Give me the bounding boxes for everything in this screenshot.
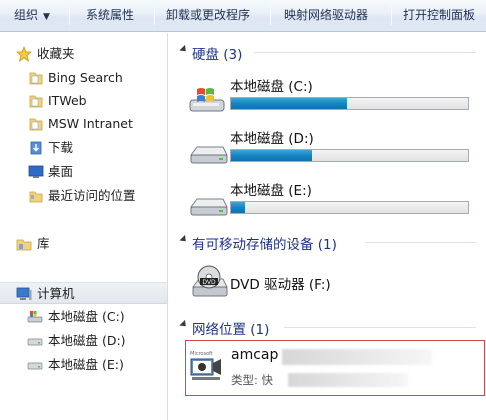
nav-item-desktop[interactable]: 桌面 — [0, 161, 167, 183]
nav-drive-label: 本地磁盘 (C:) — [48, 309, 125, 324]
nav-item-msw-intranet[interactable]: MSW Intranet — [0, 113, 167, 135]
group-title: 硬盘 (3) — [192, 47, 243, 63]
collapse-arrow-icon — [179, 319, 189, 330]
network-camera-icon: Microsoft — [190, 351, 221, 380]
favorite-folder-icon — [29, 72, 43, 85]
group-title: 有可移动存储的设备 (1) — [192, 237, 337, 253]
organize-label: 组织 — [14, 8, 39, 22]
content-pane: 硬盘 (3) 本地磁盘 (C:) 本地磁盘 (D:) 本地磁盘 (E:) 有可移… — [169, 33, 486, 420]
group-network-locations[interactable]: 网络位置 (1) — [169, 317, 486, 338]
nav-item-label: 最近访问的位置 — [48, 188, 136, 203]
open-control-panel-button[interactable]: 打开控制面板 — [403, 0, 475, 31]
organize-button[interactable]: 组织 ▼ — [14, 0, 50, 31]
nav-item-label: ITWeb — [48, 93, 87, 108]
download-folder-icon — [30, 141, 42, 155]
navigation-pane: 收藏夹 Bing Search ITWeb MSW Intranet 下载 桌面… — [0, 33, 168, 420]
group-divider — [365, 242, 476, 243]
drive-e[interactable]: 本地磁盘 (E:) — [169, 175, 486, 225]
nav-favorites[interactable]: 收藏夹 — [0, 43, 167, 65]
nav-item-label: 下载 — [48, 140, 74, 155]
nav-libraries-label: 库 — [37, 236, 50, 251]
nav-item-label: 桌面 — [48, 164, 74, 179]
system-properties-button[interactable]: 系统属性 — [86, 0, 134, 31]
group-title: 网络位置 (1) — [192, 322, 270, 338]
toolbar-separator — [270, 6, 271, 25]
hard-drive-icon — [190, 198, 228, 216]
svg-text:Microsoft: Microsoft — [190, 351, 213, 357]
toolbar-separator — [154, 6, 155, 25]
network-item-name: amcap — [231, 347, 279, 363]
dvd-drive-icon: DVD — [192, 265, 228, 297]
capacity-bar — [230, 201, 469, 214]
desktop-icon — [28, 165, 44, 178]
capacity-bar — [230, 97, 469, 110]
nav-item-downloads[interactable]: 下载 — [0, 137, 167, 159]
favorite-folder-icon — [29, 118, 43, 131]
command-bar: 组织 ▼ 系统属性 卸载或更改程序 映射网络驱动器 打开控制面板 — [0, 0, 486, 32]
collapse-arrow-icon — [179, 234, 189, 245]
nav-computer[interactable]: 计算机 — [0, 282, 167, 304]
capacity-bar — [230, 149, 469, 162]
nav-libraries[interactable]: 库 — [0, 233, 167, 255]
computer-icon — [16, 287, 32, 300]
star-icon — [16, 46, 32, 62]
nav-item-bing-search[interactable]: Bing Search — [0, 67, 167, 89]
nav-computer-label: 计算机 — [37, 286, 75, 301]
drive-d[interactable]: 本地磁盘 (D:) — [169, 123, 486, 173]
nav-item-label: Bing Search — [48, 70, 123, 85]
hard-drive-icon — [27, 362, 43, 370]
dvd-drive[interactable]: DVD DVD 驱动器 (F:) — [169, 259, 486, 305]
capacity-fill — [231, 150, 312, 161]
nav-item-itweb[interactable]: ITWeb — [0, 90, 167, 112]
collapse-arrow-icon — [179, 44, 189, 55]
drive-name: 本地磁盘 (C:) — [230, 79, 313, 95]
svg-text:DVD: DVD — [202, 279, 216, 286]
drive-name: 本地磁盘 (D:) — [230, 131, 314, 147]
network-item-type: 类型: 快 — [231, 373, 274, 387]
nav-item-label: MSW Intranet — [48, 116, 133, 131]
uninstall-button[interactable]: 卸载或更改程序 — [166, 0, 250, 31]
system-drive-icon — [27, 311, 43, 323]
group-removable-storage[interactable]: 有可移动存储的设备 (1) — [169, 232, 486, 253]
drive-c[interactable]: 本地磁盘 (C:) — [169, 71, 486, 121]
system-drive-icon — [189, 88, 225, 112]
toolbar-separator — [391, 6, 392, 25]
nav-favorites-label: 收藏夹 — [37, 46, 75, 61]
recent-places-icon — [29, 191, 43, 203]
nav-drive-d[interactable]: 本地磁盘 (D:) — [0, 330, 167, 352]
nav-item-recent-places[interactable]: 最近访问的位置 — [0, 185, 167, 207]
toolbar-separator — [69, 6, 70, 25]
map-network-drive-button[interactable]: 映射网络驱动器 — [284, 0, 368, 31]
nav-drive-e[interactable]: 本地磁盘 (E:) — [0, 354, 167, 376]
group-divider — [284, 327, 476, 328]
drive-name: 本地磁盘 (E:) — [230, 183, 312, 199]
nav-drive-label: 本地磁盘 (D:) — [48, 333, 126, 348]
nav-drive-c[interactable]: 本地磁盘 (C:) — [0, 306, 167, 328]
capacity-fill — [231, 202, 246, 213]
dvd-drive-name: DVD 驱动器 (F:) — [230, 277, 331, 293]
network-location-item[interactable]: Microsoft amcap 类型: 快 — [185, 340, 485, 396]
capacity-fill — [231, 98, 348, 109]
favorite-folder-icon — [29, 95, 43, 108]
redacted-blur — [288, 373, 408, 387]
hard-drive-icon — [27, 338, 43, 346]
redacted-blur — [282, 349, 432, 365]
group-divider — [254, 52, 476, 53]
group-hard-disks[interactable]: 硬盘 (3) — [169, 42, 486, 63]
library-icon — [16, 239, 32, 251]
dropdown-arrow-icon: ▼ — [43, 12, 50, 22]
nav-drive-label: 本地磁盘 (E:) — [48, 357, 124, 372]
hard-drive-icon — [190, 146, 228, 164]
